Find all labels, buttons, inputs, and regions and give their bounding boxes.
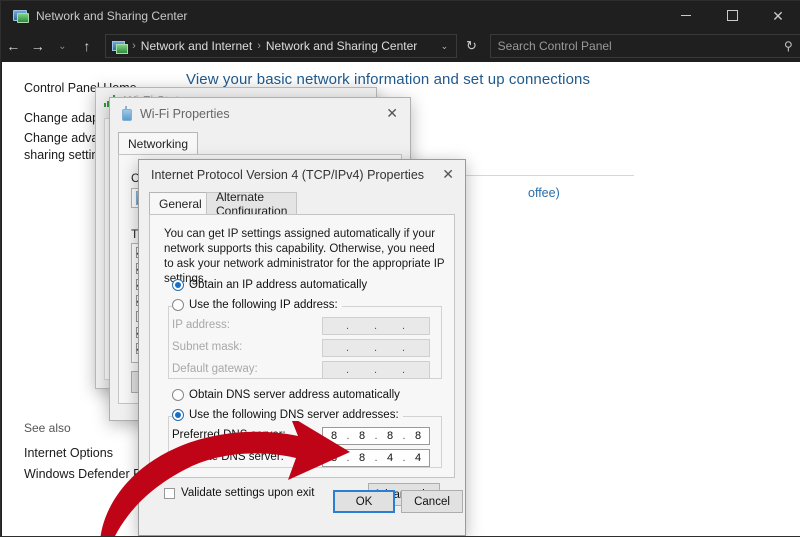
- wifi-properties-titlebar: Wi-Fi Properties ✕: [110, 98, 410, 129]
- validate-settings-checkbox[interactable]: [164, 488, 175, 499]
- field-ip-address-input: ...: [322, 317, 430, 335]
- breadcrumb-network-icon: [112, 40, 127, 53]
- field-ip-address-label: IP address:: [172, 319, 230, 331]
- field-subnet-mask-label: Subnet mask:: [172, 341, 242, 353]
- ipv4-title: Internet Protocol Version 4 (TCP/IPv4) P…: [151, 168, 424, 182]
- field-alternate-dns-label: Alternate DNS server:: [172, 451, 284, 463]
- field-default-gateway-label: Default gateway:: [172, 363, 258, 375]
- recent-locations-button[interactable]: ⌄: [50, 33, 75, 59]
- octet: 8: [351, 452, 373, 464]
- back-button[interactable]: ←: [1, 33, 26, 59]
- octet: 8: [407, 430, 429, 442]
- radio-icon: [172, 389, 184, 401]
- wifi-properties-tabstrip: Networking: [118, 132, 402, 154]
- breadcrumb-item-network-and-sharing-center[interactable]: Network and Sharing Center: [266, 39, 417, 53]
- radio-icon: [172, 299, 184, 311]
- ok-button[interactable]: OK: [333, 490, 395, 513]
- radio-use-following-dns-label: Use the following DNS server addresses:: [189, 409, 399, 421]
- validate-settings-label: Validate settings upon exit: [181, 487, 314, 499]
- breadcrumb-separator: ›: [257, 40, 261, 52]
- see-also-heading: See also: [24, 421, 71, 435]
- breadcrumb-item-network-and-internet[interactable]: Network and Internet: [141, 39, 252, 53]
- breadcrumb-separator-root: ›: [132, 40, 136, 52]
- connection-link[interactable]: offee): [528, 186, 560, 200]
- radio-obtain-ip-automatically-label: Obtain an IP address automatically: [189, 279, 367, 291]
- page-body: Control Panel Home Change adapter settin…: [2, 62, 800, 536]
- up-button[interactable]: ↑: [75, 33, 100, 59]
- octet: 4: [407, 452, 429, 464]
- radio-icon-selected: [172, 409, 184, 421]
- field-preferred-dns-label: Preferred DNS server:: [172, 429, 286, 441]
- network-icon: [12, 9, 28, 23]
- control-panel-window: Network and Sharing Center ✕ ← → ⌄ ↑ › N…: [0, 0, 800, 537]
- octet: 4: [379, 452, 401, 464]
- chevron-down-icon[interactable]: ⌄: [441, 41, 449, 52]
- radio-obtain-dns-automatically[interactable]: Obtain DNS server address automatically: [172, 389, 400, 401]
- refresh-button[interactable]: ↻: [459, 33, 484, 59]
- cancel-button[interactable]: Cancel: [401, 490, 463, 513]
- octet: 8: [351, 430, 373, 442]
- radio-obtain-ip-automatically[interactable]: Obtain an IP address automatically: [172, 279, 367, 291]
- field-default-gateway-input: ...: [322, 361, 430, 379]
- radio-obtain-dns-automatically-label: Obtain DNS server address automatically: [189, 389, 400, 401]
- forward-button[interactable]: →: [26, 33, 51, 59]
- close-icon: ✕: [772, 9, 784, 23]
- tab-networking[interactable]: Networking: [118, 132, 198, 154]
- close-button[interactable]: ✕: [755, 1, 800, 30]
- field-subnet-mask-input: ...: [322, 339, 430, 357]
- ipv4-properties-dialog: Internet Protocol Version 4 (TCP/IPv4) P…: [138, 159, 466, 536]
- radio-use-following-dns[interactable]: Use the following DNS server addresses:: [172, 409, 403, 421]
- search-box[interactable]: ⚲: [490, 34, 800, 58]
- radio-use-following-ip-label: Use the following IP address:: [189, 299, 338, 311]
- ipv4-general-panel: You can get IP settings assigned automat…: [149, 214, 455, 478]
- ipv4-titlebar: Internet Protocol Version 4 (TCP/IPv4) P…: [139, 160, 465, 190]
- ipv4-close-icon[interactable]: ✕: [442, 166, 454, 183]
- window-controls: ✕: [663, 1, 800, 30]
- radio-icon-selected: [172, 279, 184, 291]
- field-preferred-dns-input[interactable]: 8. 8. 8. 8: [322, 427, 430, 445]
- window-titlebar: Network and Sharing Center ✕: [1, 1, 800, 30]
- search-icon[interactable]: ⚲: [784, 39, 793, 53]
- octet: 8: [323, 430, 345, 442]
- window-title: Network and Sharing Center: [36, 9, 187, 23]
- tab-alternate-configuration[interactable]: Alternate Configuration: [206, 192, 297, 214]
- network-adapter-icon: [121, 106, 131, 121]
- tab-general[interactable]: General: [149, 192, 212, 214]
- field-alternate-dns-input[interactable]: 8. 8. 4. 4: [322, 449, 430, 467]
- ipv4-description: You can get IP settings assigned automat…: [164, 227, 446, 287]
- address-bar: ← → ⌄ ↑ › Network and Internet › Network…: [1, 30, 800, 62]
- minimize-button[interactable]: [663, 1, 709, 30]
- maximize-icon: [727, 10, 738, 21]
- radio-use-following-ip[interactable]: Use the following IP address:: [172, 299, 342, 311]
- page-title: View your basic network information and …: [186, 71, 590, 88]
- validate-settings-checkbox-row[interactable]: Validate settings upon exit: [164, 487, 314, 499]
- octet: 8: [323, 452, 345, 464]
- breadcrumb[interactable]: › Network and Internet › Network and Sha…: [105, 34, 457, 58]
- minimize-icon: [681, 15, 691, 16]
- octet: 8: [379, 430, 401, 442]
- wifi-properties-title: Wi-Fi Properties: [140, 107, 230, 121]
- maximize-button[interactable]: [709, 1, 755, 30]
- search-input[interactable]: [491, 38, 785, 54]
- wifi-properties-close-icon[interactable]: ✕: [386, 105, 398, 122]
